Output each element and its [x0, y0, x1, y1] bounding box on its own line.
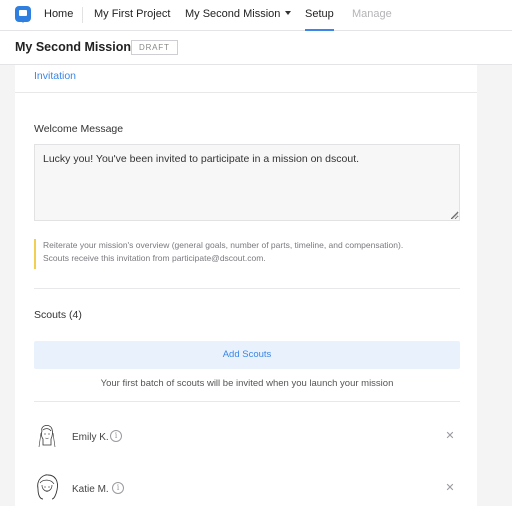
setup-card: Invitation Welcome Message Reiterate you… — [15, 65, 477, 506]
info-icon[interactable]: i — [110, 430, 122, 442]
info-icon[interactable]: i — [112, 482, 124, 494]
resize-handle-icon[interactable] — [451, 212, 458, 219]
nav-divider — [82, 7, 83, 23]
list-item: Emily K. i ✕ — [34, 421, 460, 461]
nav-mission-label: My Second Mission — [185, 8, 281, 20]
scouts-count-label: Scouts (4) — [34, 309, 82, 321]
avatar — [38, 425, 56, 448]
welcome-message-field[interactable] — [34, 144, 460, 221]
close-icon[interactable]: ✕ — [444, 430, 456, 442]
add-scouts-button[interactable]: Add Scouts — [34, 341, 460, 369]
top-nav: Home My First Project My Second Mission … — [0, 0, 512, 31]
close-icon[interactable]: ✕ — [444, 482, 456, 494]
dscout-logo-icon[interactable] — [15, 6, 31, 23]
mission-header: My Second Mission DRAFT — [0, 31, 512, 65]
invitation-link[interactable]: Invitation — [34, 70, 76, 82]
scrollbar[interactable] — [503, 65, 512, 506]
hint-line-1: Reiterate your mission's overview (gener… — [43, 240, 404, 250]
scout-name: Emily K. — [72, 432, 109, 443]
tab-setup[interactable]: Setup — [305, 0, 334, 31]
page-title: My Second Mission — [15, 40, 131, 54]
batch-note: Your first batch of scouts will be invit… — [100, 378, 394, 389]
welcome-message-label: Welcome Message — [34, 123, 124, 135]
chevron-down-icon — [285, 11, 292, 15]
section-divider — [34, 401, 460, 402]
nav-home[interactable]: Home — [44, 0, 73, 31]
scout-name: Katie M. — [72, 484, 109, 495]
tab-manage: Manage — [352, 8, 392, 20]
welcome-message-hint: Reiterate your mission's overview (gener… — [34, 239, 460, 269]
nav-mission-dropdown[interactable]: My Second Mission — [185, 0, 292, 31]
section-divider — [34, 288, 460, 289]
avatar — [37, 474, 58, 500]
hint-line-2: Scouts receive this invitation from part… — [43, 253, 266, 263]
list-item: Katie M. i ✕ — [34, 473, 460, 506]
section-divider — [15, 92, 477, 93]
status-badge: DRAFT — [131, 40, 178, 55]
nav-project[interactable]: My First Project — [94, 0, 170, 31]
